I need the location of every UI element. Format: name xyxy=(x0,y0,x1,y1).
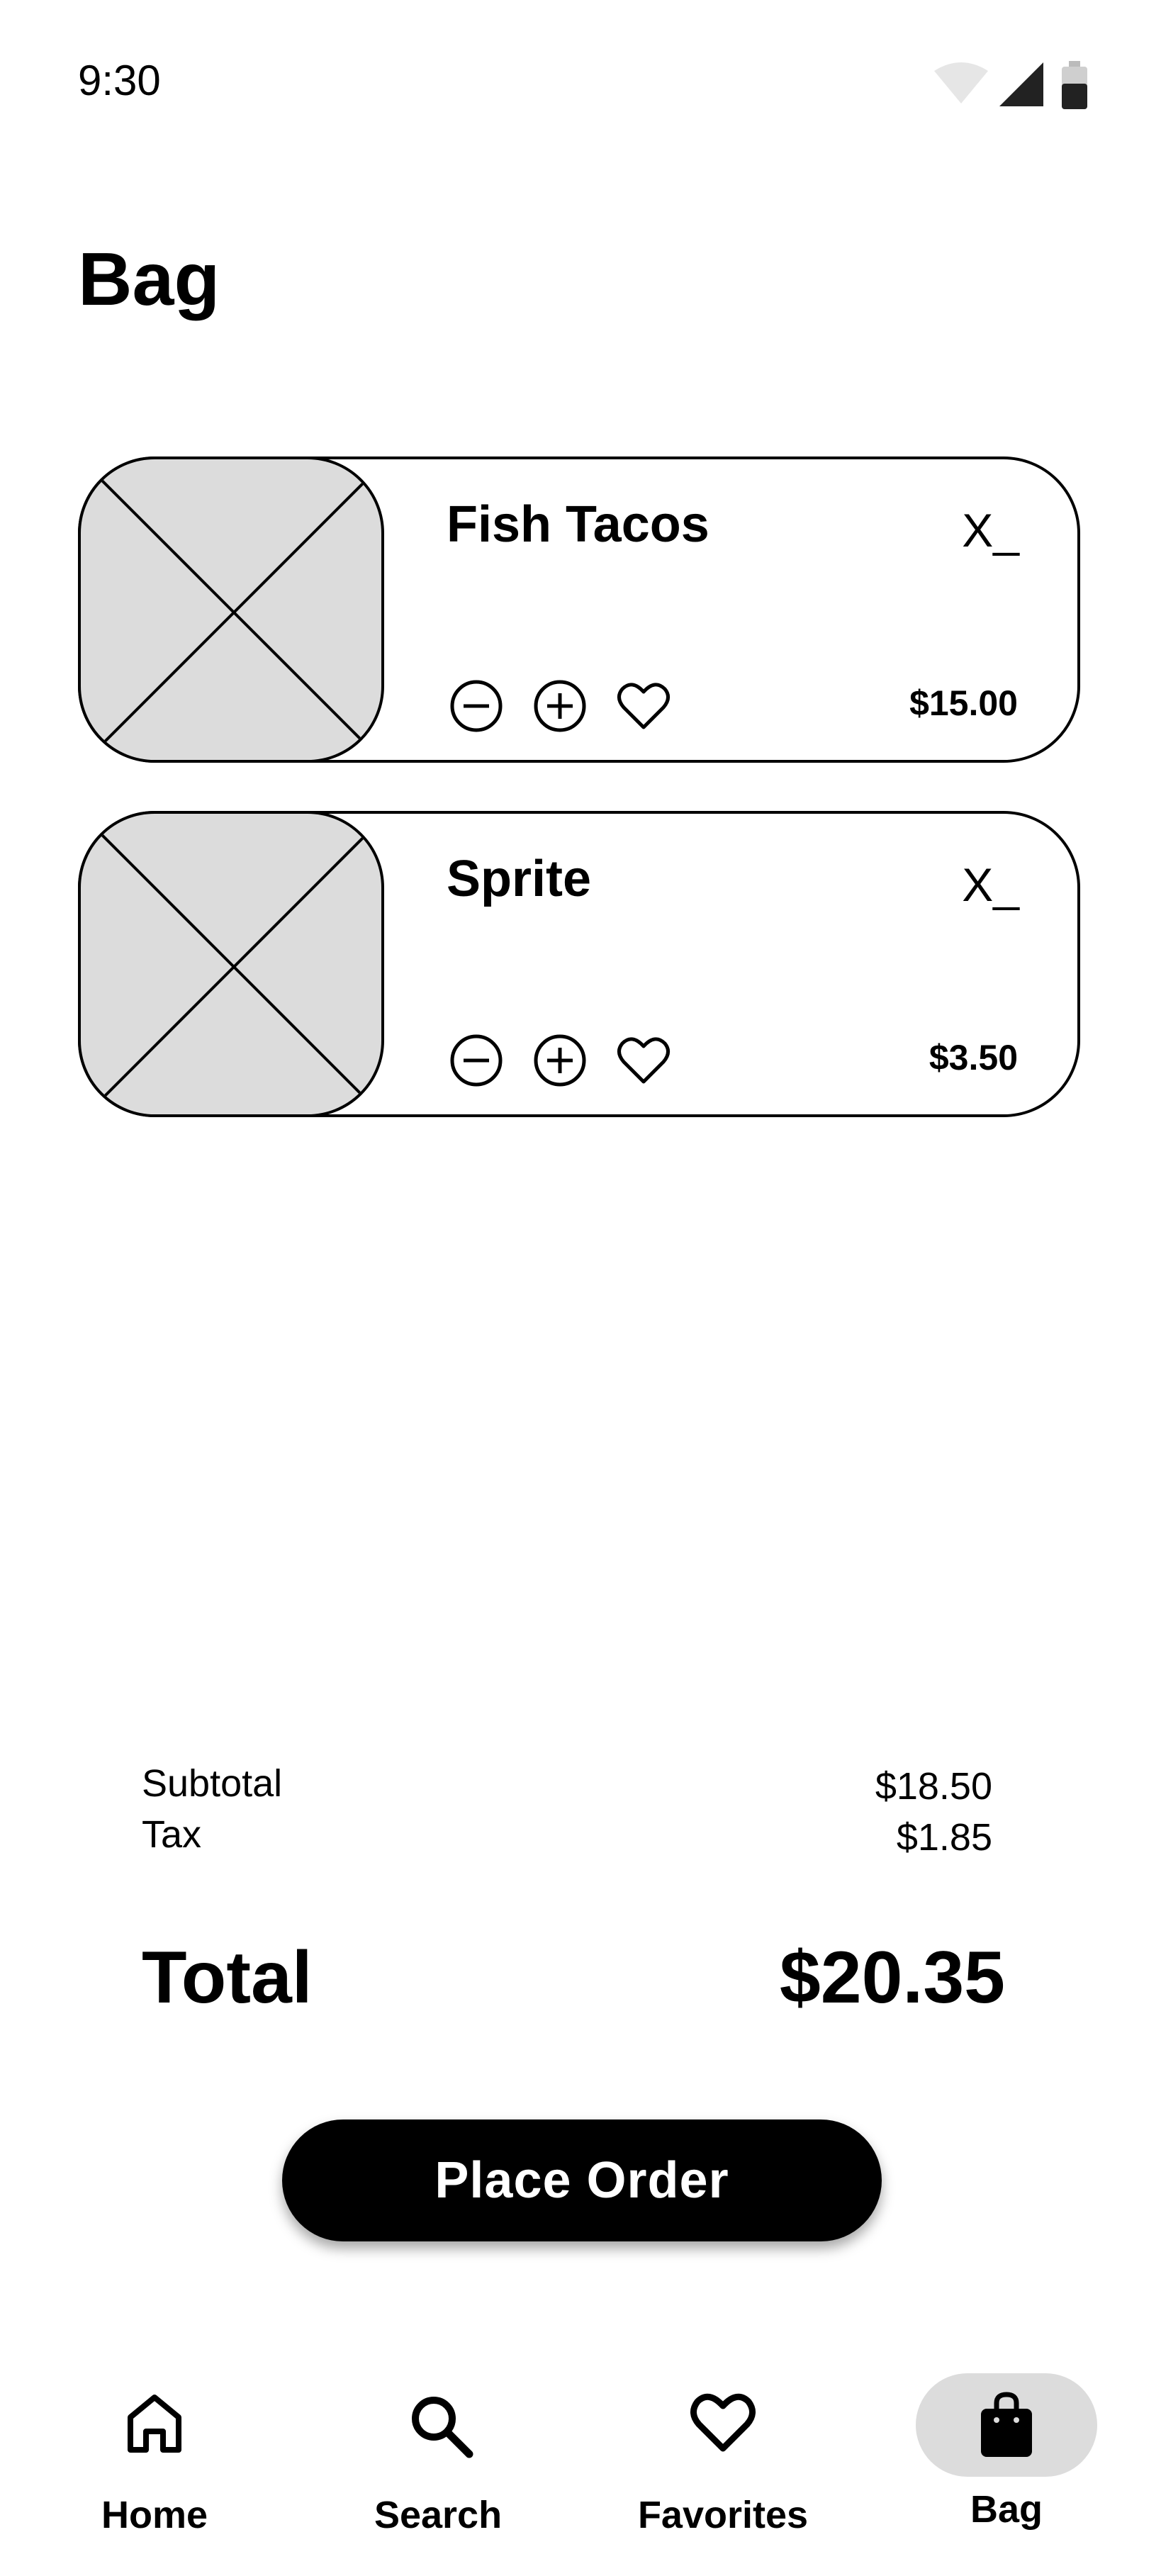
nav-item-search[interactable]: Search xyxy=(332,2373,544,2550)
total-label: Total xyxy=(142,1937,313,2019)
cart-item[interactable]: Fish Tacos X_ $15.00 xyxy=(78,457,1080,763)
nav-item-home[interactable]: Home xyxy=(48,2373,261,2550)
heart-icon xyxy=(690,2393,756,2452)
item-price: $15.00 xyxy=(909,683,1018,723)
item-image-placeholder xyxy=(78,811,384,1117)
nav-label: Favorites xyxy=(637,2494,809,2536)
place-order-button[interactable]: Place Order xyxy=(282,2119,882,2241)
nav-label: Home xyxy=(101,2494,208,2536)
heart-icon[interactable] xyxy=(614,1031,673,1090)
tax-label: Tax xyxy=(142,1813,202,1856)
nav-item-bag[interactable]: Bag xyxy=(900,2373,1113,2550)
item-price: $3.50 xyxy=(929,1038,1018,1077)
minus-circle-icon[interactable] xyxy=(447,676,506,736)
minus-circle-icon[interactable] xyxy=(447,1031,506,1090)
battery-icon xyxy=(1062,61,1087,109)
nav-label: Search xyxy=(374,2494,503,2536)
home-icon xyxy=(128,2395,181,2453)
nav-item-favorites[interactable]: Favorites xyxy=(617,2373,829,2550)
wifi-icon xyxy=(934,62,988,103)
status-time: 9:30 xyxy=(78,57,161,104)
page-title: Bag xyxy=(78,237,220,321)
status-icons xyxy=(933,61,1089,111)
nav-label: Bag xyxy=(970,2488,1043,2531)
plus-circle-icon[interactable] xyxy=(530,1031,590,1090)
item-name: Fish Tacos xyxy=(447,496,710,553)
total-value: $20.35 xyxy=(779,1937,1005,2019)
subtotal-value: $18.50 xyxy=(875,1765,992,1808)
item-name: Sprite xyxy=(447,851,592,907)
remove-item-button[interactable]: X_ xyxy=(962,858,1019,912)
cart-item[interactable]: Sprite X_ $3.50 xyxy=(78,811,1080,1117)
heart-icon[interactable] xyxy=(614,676,673,736)
bag-screen: 9:30 Bag Fish Tacos X_ $15.00 Sprite X_ … xyxy=(0,0,1161,2576)
tax-value: $1.85 xyxy=(896,1816,992,1859)
item-image-placeholder xyxy=(78,457,384,763)
remove-item-button[interactable]: X_ xyxy=(962,503,1019,557)
shopping-bag-icon xyxy=(981,2392,1032,2457)
plus-circle-icon[interactable] xyxy=(530,676,590,736)
subtotal-label: Subtotal xyxy=(142,1762,283,1805)
search-icon xyxy=(412,2397,473,2458)
signal-icon xyxy=(999,62,1043,106)
